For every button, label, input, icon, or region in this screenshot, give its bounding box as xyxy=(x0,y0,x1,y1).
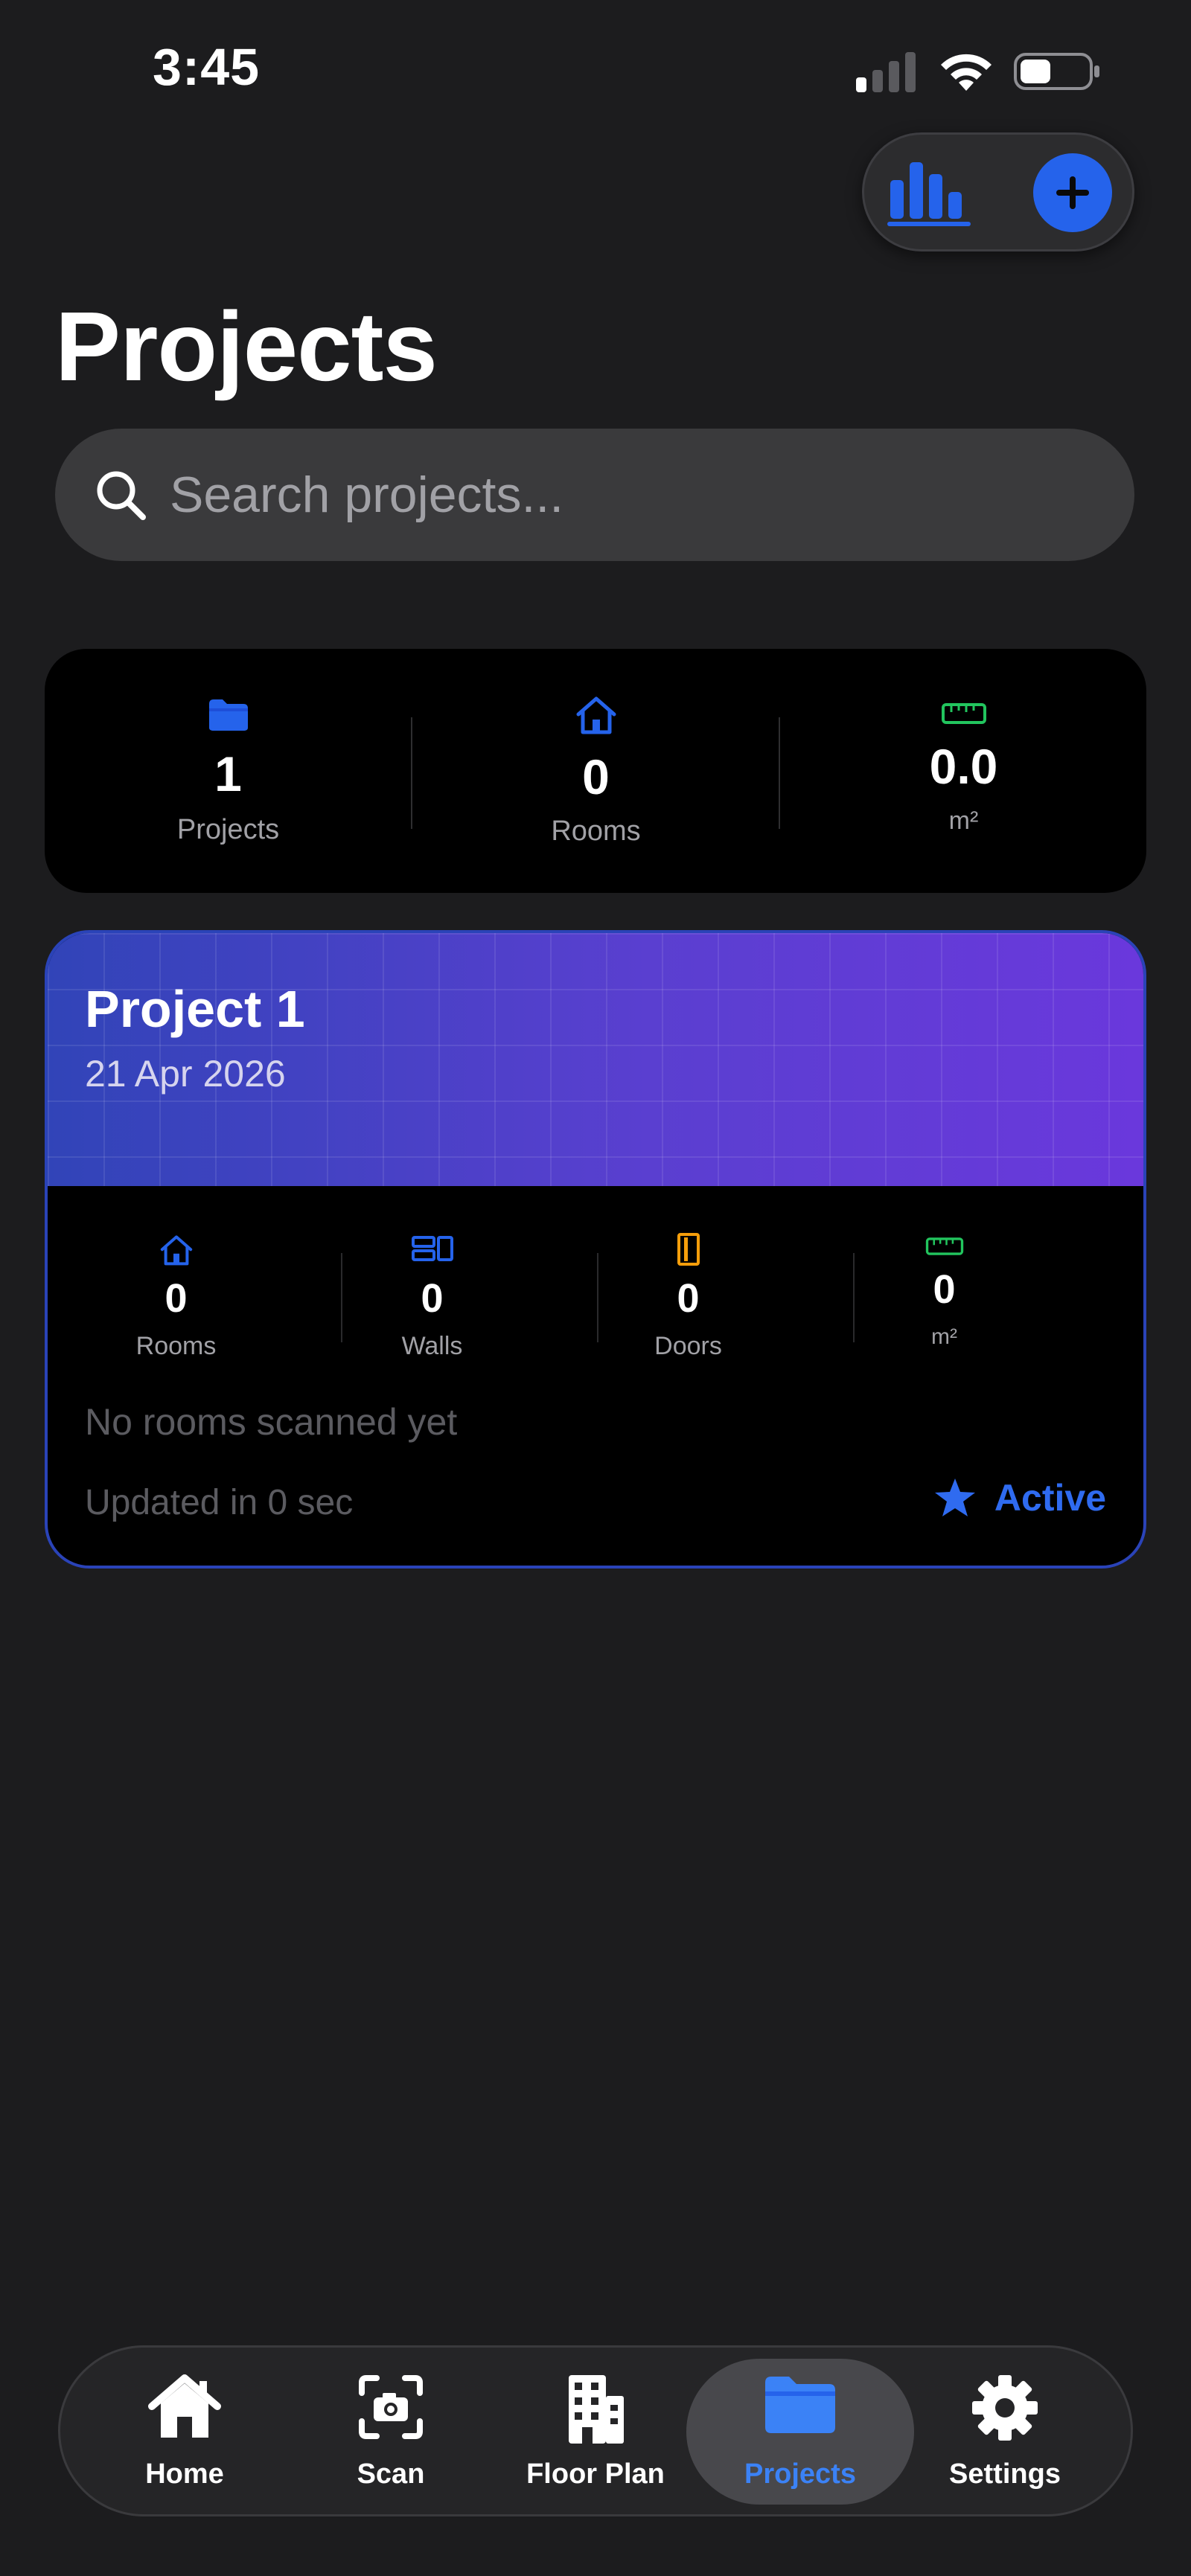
tab-label: Settings xyxy=(949,2458,1061,2490)
search-icon xyxy=(97,471,146,520)
building-icon xyxy=(569,2375,624,2444)
door-icon xyxy=(677,1233,700,1266)
stat-label: m² xyxy=(931,1324,957,1349)
project-card-header: Project 1 21 Apr 2026 xyxy=(48,933,1143,1186)
walls-icon xyxy=(411,1236,453,1261)
folder-icon xyxy=(208,699,248,731)
ruler-icon xyxy=(925,1237,963,1255)
summary-stats-card: 1 Projects 0 Rooms 0.0 m² xyxy=(45,649,1146,893)
bar-chart-icon[interactable] xyxy=(886,156,974,228)
tab-label: Home xyxy=(145,2458,224,2490)
house-icon xyxy=(160,1235,192,1266)
house-icon xyxy=(576,696,616,734)
camera-scan-icon xyxy=(359,2375,423,2439)
battery-icon xyxy=(1014,53,1099,90)
stat-value: 0 xyxy=(677,1276,700,1321)
add-project-button[interactable] xyxy=(1033,153,1112,232)
stat-label: Projects xyxy=(176,814,280,845)
stat-label: Walls xyxy=(401,1332,463,1360)
tab-floor-plan[interactable]: Floor Plan xyxy=(514,2359,677,2505)
active-status-badge[interactable]: Active xyxy=(933,1476,1106,1519)
wifi-icon xyxy=(941,54,992,91)
stat-projects: 1 Projects xyxy=(45,649,412,893)
tab-label: Projects xyxy=(744,2458,856,2490)
folder-icon xyxy=(765,2377,835,2433)
stat-label: Rooms xyxy=(551,816,641,847)
stat-label: Rooms xyxy=(135,1332,217,1360)
search-input[interactable] xyxy=(170,466,1063,524)
project-stat-walls: 0 Walls xyxy=(304,1231,561,1380)
tab-home[interactable]: Home xyxy=(104,2359,265,2505)
search-bar[interactable] xyxy=(55,429,1134,561)
stat-value: 0 xyxy=(582,749,610,804)
project-date: 21 Apr 2026 xyxy=(85,1053,286,1095)
stat-value: 0.0 xyxy=(929,739,998,794)
tab-label: Floor Plan xyxy=(526,2458,665,2490)
stat-value: 0 xyxy=(933,1267,956,1312)
tab-scan[interactable]: Scan xyxy=(313,2359,469,2505)
project-stat-rooms: 0 Rooms xyxy=(48,1231,304,1380)
stat-area: 0.0 m² xyxy=(780,649,1147,893)
stat-value: 1 xyxy=(214,746,242,801)
status-label: Active xyxy=(994,1477,1106,1519)
plus-icon xyxy=(1056,176,1089,209)
project-stat-area: 0 m² xyxy=(816,1231,1073,1380)
stat-value: 0 xyxy=(165,1276,188,1321)
empty-rooms-message: No rooms scanned yet xyxy=(85,1401,458,1443)
star-icon xyxy=(934,1478,975,1516)
cellular-signal-icon xyxy=(856,51,919,92)
tab-label: Scan xyxy=(357,2458,425,2490)
page-title: Projects xyxy=(55,292,438,401)
stat-value: 0 xyxy=(421,1276,444,1321)
stat-label: Doors xyxy=(654,1332,722,1360)
project-stat-doors: 0 Doors xyxy=(560,1231,817,1380)
stat-rooms: 0 Rooms xyxy=(412,649,779,893)
updated-timestamp: Updated in 0 sec xyxy=(85,1483,354,1522)
project-card[interactable]: Project 1 21 Apr 2026 0 Rooms 0 Walls 0 … xyxy=(45,930,1146,1569)
stat-label: m² xyxy=(948,807,979,835)
house-icon xyxy=(148,2374,221,2438)
project-name: Project 1 xyxy=(85,980,305,1038)
ruler-icon xyxy=(941,703,986,724)
tab-projects[interactable]: Projects xyxy=(686,2359,914,2505)
gear-icon xyxy=(972,2375,1038,2441)
status-time: 3:45 xyxy=(153,38,261,96)
tab-settings[interactable]: Settings xyxy=(930,2359,1079,2505)
